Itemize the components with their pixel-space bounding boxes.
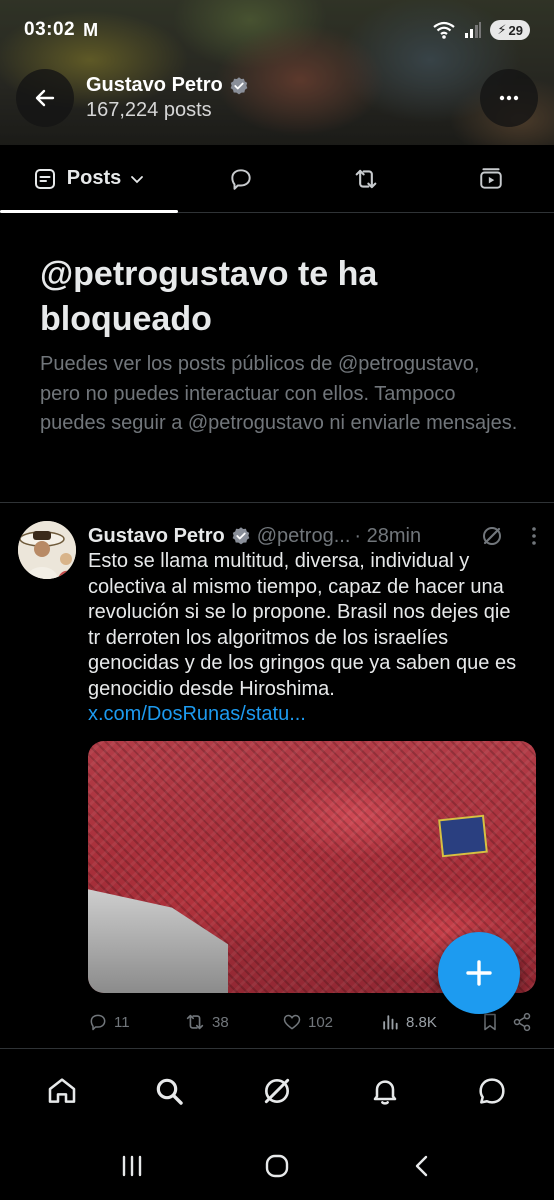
- bookmark-icon: [480, 1012, 500, 1032]
- views-button[interactable]: 8.8K: [380, 1012, 480, 1032]
- posts-icon: [33, 167, 57, 191]
- more-vertical-icon[interactable]: [530, 526, 538, 546]
- tweet-header: Gustavo Petro @petrog... · 28min: [88, 521, 538, 551]
- tab-reposts[interactable]: [303, 145, 428, 212]
- post-count: 167,224 posts: [86, 99, 212, 121]
- tab-media[interactable]: [429, 145, 554, 212]
- share-icon: [512, 1012, 532, 1032]
- search-icon[interactable]: [153, 1075, 185, 1107]
- tweet-text: Esto se llama multitud, diversa, individ…: [88, 550, 517, 700]
- more-options-button[interactable]: [480, 69, 538, 127]
- profile-name: Gustavo Petro: [86, 74, 223, 96]
- blocked-notice: @petrogustavo te ha bloqueado Puedes ver…: [40, 252, 520, 439]
- views-count: 8.8K: [406, 1013, 437, 1031]
- status-time: 03:02: [24, 19, 76, 40]
- media-banner-shape: [438, 814, 488, 858]
- battery-indicator: ⚡ 29: [490, 20, 530, 40]
- tab-posts-label: Posts: [66, 167, 122, 189]
- status-bar: 03:02 M ⚡ 29: [0, 12, 554, 48]
- profile-header: Gustavo Petro 167,224 posts: [0, 68, 554, 128]
- tweet-author-name[interactable]: Gustavo Petro: [88, 525, 225, 548]
- tweet-link[interactable]: x.com/DosRunas/statu...: [88, 702, 528, 728]
- arrow-left-icon: [33, 86, 57, 110]
- bottom-navigation: [0, 1048, 554, 1132]
- verified-badge-icon: [229, 76, 249, 96]
- like-button[interactable]: 102: [282, 1012, 380, 1032]
- back-nav-icon[interactable]: [408, 1152, 436, 1180]
- views-chart-icon: [380, 1012, 400, 1032]
- home-icon[interactable]: [46, 1075, 78, 1107]
- blocked-description: Puedes ver los posts públicos de @petrog…: [40, 353, 518, 434]
- share-button[interactable]: [512, 1012, 532, 1032]
- charging-icon: ⚡: [497, 22, 507, 37]
- avatar[interactable]: [18, 521, 76, 579]
- tweet-body: Esto se llama multitud, diversa, individ…: [88, 549, 528, 728]
- chevron-down-icon: [129, 171, 145, 187]
- reply-icon: [88, 1012, 108, 1032]
- signal-icon: [464, 21, 482, 39]
- notifications-bell-icon[interactable]: [369, 1075, 401, 1107]
- reply-button[interactable]: 11: [88, 1012, 184, 1032]
- bookmark-button[interactable]: [480, 1012, 512, 1032]
- video-icon: [478, 166, 504, 192]
- heart-icon: [282, 1012, 302, 1032]
- header-name: Gustavo Petro: [86, 74, 249, 97]
- verified-badge-icon: [231, 526, 251, 546]
- like-count: 102: [308, 1013, 334, 1031]
- blocked-title: @petrogustavo te ha bloqueado: [40, 255, 378, 338]
- more-horizontal-icon: [497, 86, 521, 110]
- status-indicators: ⚡ 29: [432, 20, 530, 40]
- tweet-handle[interactable]: @petrog...: [257, 525, 351, 548]
- repost-count: 38: [212, 1013, 229, 1031]
- repost-icon: [352, 165, 380, 193]
- active-tab-indicator: [0, 210, 178, 213]
- tweet-time: · 28min: [354, 524, 422, 547]
- tab-posts[interactable]: Posts: [0, 145, 178, 213]
- reply-count: 11: [114, 1013, 130, 1031]
- reply-bubble-icon: [228, 166, 254, 192]
- tab-replies[interactable]: [178, 145, 303, 212]
- recent-apps-icon[interactable]: [118, 1152, 146, 1180]
- wifi-icon: [432, 20, 456, 40]
- profile-tabs: Posts: [0, 145, 554, 213]
- repost-icon: [184, 1011, 206, 1033]
- media-stage-shape: [88, 889, 228, 993]
- header-text: Gustavo Petro 167,224 posts: [86, 74, 249, 122]
- repost-button[interactable]: 38: [184, 1011, 282, 1033]
- system-navigation-bar: [0, 1132, 554, 1200]
- home-button-icon[interactable]: [263, 1152, 291, 1180]
- grok-icon[interactable]: [261, 1075, 293, 1107]
- plus-icon: [464, 958, 494, 988]
- compose-button[interactable]: [438, 932, 520, 1014]
- messages-icon[interactable]: [476, 1075, 508, 1107]
- grok-icon[interactable]: [480, 524, 504, 548]
- battery-level: 29: [508, 22, 523, 38]
- back-button[interactable]: [16, 69, 74, 127]
- carrier-icon: M: [83, 19, 99, 40]
- divider: [0, 502, 554, 503]
